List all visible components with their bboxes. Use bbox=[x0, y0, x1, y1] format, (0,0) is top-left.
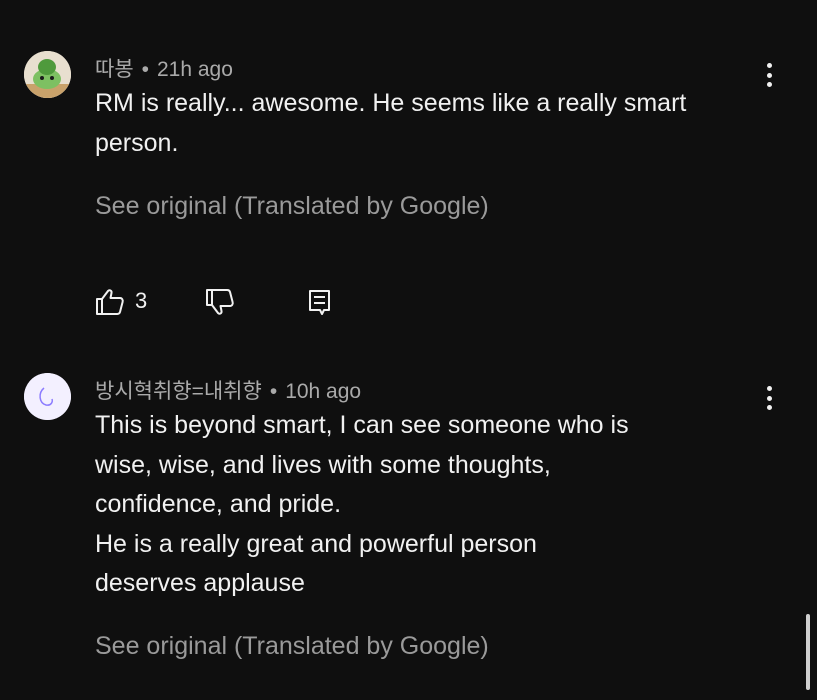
thumb-up-icon[interactable] bbox=[95, 287, 125, 322]
avatar[interactable] bbox=[24, 51, 71, 98]
comment-text: This is beyond smart, I can see someone … bbox=[95, 406, 785, 604]
author-name[interactable]: 방시혁취향=내취향 bbox=[95, 380, 262, 403]
comment-meta: 따봉 • 21h ago bbox=[95, 53, 233, 83]
comment-meta: 방시혁취향=내취향 • 10h ago bbox=[95, 375, 361, 405]
comment-line: This is beyond smart, I can see someone … bbox=[95, 411, 629, 439]
author-name[interactable]: 따봉 bbox=[95, 58, 134, 81]
comment-line: wise, wise, and lives with some thoughts… bbox=[95, 450, 551, 479]
comment-actions: 3 bbox=[95, 287, 345, 317]
comment-text: RM is really... awesome. He seems like a… bbox=[95, 84, 785, 163]
comment-line: RM is really... awesome. He seems like a… bbox=[95, 89, 687, 117]
timestamp[interactable]: 21h ago bbox=[157, 58, 233, 81]
comment-2: 방시혁취향=내취향 • 10h ago This is beyond smart, … bbox=[0, 340, 817, 700]
see-original-link[interactable]: See original (Translated by Google) bbox=[95, 192, 489, 221]
comment-1: 따봉 • 21h ago RM is really... awesome. He s… bbox=[0, 0, 817, 340]
comment-line: deserves applause bbox=[95, 569, 305, 597]
meta-separator: • bbox=[141, 58, 149, 81]
pokemon-avatar-icon bbox=[24, 51, 71, 98]
timestamp[interactable]: 10h ago bbox=[285, 380, 361, 403]
scrollbar[interactable] bbox=[806, 614, 810, 690]
reply-icon[interactable] bbox=[307, 287, 333, 322]
like-count: 3 bbox=[135, 288, 148, 313]
comment-line: confidence, and pride. bbox=[95, 490, 342, 518]
comment-line: He is a really great and powerful person bbox=[95, 529, 537, 558]
comment-line: person. bbox=[95, 128, 179, 157]
smile-avatar-icon bbox=[24, 373, 71, 420]
see-original-link[interactable]: See original (Translated by Google) bbox=[95, 632, 489, 661]
meta-separator: • bbox=[269, 380, 278, 403]
thumb-down-icon[interactable] bbox=[205, 287, 235, 322]
avatar[interactable] bbox=[24, 373, 71, 420]
